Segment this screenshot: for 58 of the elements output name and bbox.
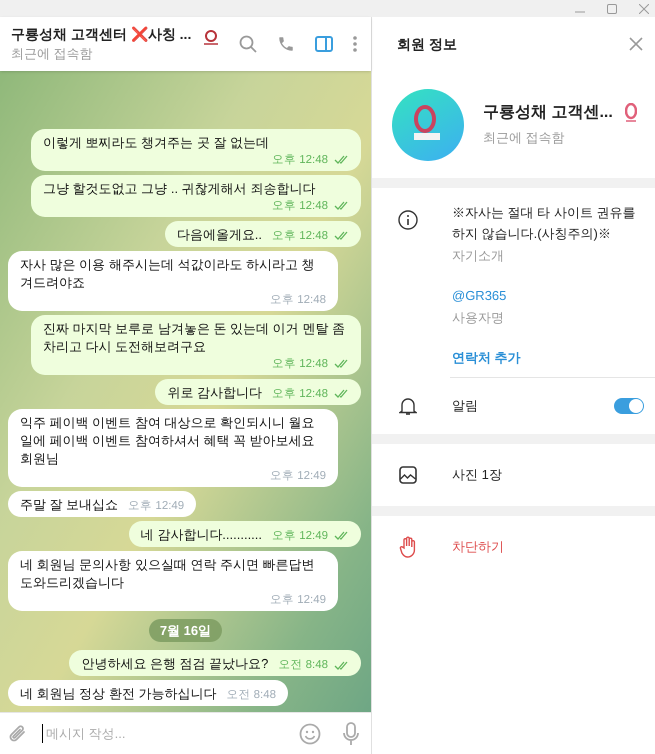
chat-title[interactable]: 구룡성채 고객센터 ❌사칭 ... bbox=[11, 25, 192, 43]
message-text: 위로 감사합니다 bbox=[167, 384, 262, 402]
message-time: 오전 8:48 bbox=[226, 688, 276, 703]
hand-icon bbox=[399, 536, 417, 558]
sidebar-toggle-icon[interactable] bbox=[315, 36, 333, 52]
notifications-toggle[interactable] bbox=[614, 398, 644, 414]
message-text: 주말 잘 보내십쇼 bbox=[20, 496, 118, 514]
message-text: 익주 페이백 이벤트 참여 대상으로 확인되시니 월요일에 페이백 이벤트 참여하셔서 혜택 꼭 받아보세요 회원님 bbox=[20, 414, 316, 468]
message-time: 오후 12:48 bbox=[272, 152, 328, 168]
message-time: 오후 12:49 bbox=[270, 468, 326, 484]
logo-icon bbox=[624, 103, 637, 124]
message-input[interactable]: 메시지 작성... bbox=[42, 724, 299, 744]
maximize-icon[interactable] bbox=[607, 4, 617, 14]
message-text: 네 회원님 문의사항 있으실때 연락 주시면 빠른답변 도와드리겠습니다 bbox=[20, 556, 316, 592]
message-text: 안녕하세요 은행 점검 끝났나요? bbox=[81, 655, 268, 673]
message-time: 오후 12:48 bbox=[270, 292, 326, 308]
photos-label: 사진 1장 bbox=[452, 466, 502, 484]
username-link[interactable]: @GR365 bbox=[452, 286, 643, 305]
paperclip-icon[interactable] bbox=[8, 722, 28, 744]
message-time: 오후 12:48 bbox=[272, 386, 328, 402]
message-text: 다음에올게요.. bbox=[176, 226, 262, 244]
close-icon[interactable] bbox=[629, 37, 643, 51]
add-contact-button[interactable]: 연락처 추가 bbox=[452, 348, 643, 367]
message-time: 오후 12:48 bbox=[272, 356, 328, 372]
bio-label: 자기소개 bbox=[452, 247, 505, 265]
username-label: 사용자명 bbox=[452, 309, 505, 327]
logo-icon bbox=[202, 30, 220, 46]
message-time: 오후 12:49 bbox=[128, 498, 184, 514]
panel-title: 회원 정보 bbox=[397, 34, 457, 54]
message-text: 네 회원님 정상 환전 가능하십니다 bbox=[20, 685, 216, 703]
profile-status: 최근에 접속함 bbox=[483, 129, 566, 148]
bio-text: ※자사는 절대 타 사이트 권유를 하지 않습니다.(사칭주의)※ bbox=[452, 204, 636, 243]
message-text: 자사 많은 이용 해주시는데 석값이라도 하시라고 챙겨드려야죠 bbox=[20, 256, 316, 292]
photos-row[interactable]: 사진 1장 bbox=[372, 444, 655, 506]
message-text: 이렇게 뽀찌라도 챙겨주는 곳 잘 없는데 bbox=[43, 134, 270, 152]
message-time: 오전 8:48 bbox=[278, 658, 328, 673]
emoji-icon[interactable] bbox=[299, 722, 321, 744]
more-icon[interactable] bbox=[353, 36, 357, 52]
notifications-label: 알림 bbox=[452, 397, 479, 416]
message-time: 오후 12:49 bbox=[272, 528, 328, 544]
avatar bbox=[392, 88, 464, 160]
chat-status: 최근에 접속함 bbox=[11, 45, 94, 63]
message-text: 네 감사합니다........... bbox=[140, 526, 262, 544]
image-icon bbox=[399, 466, 417, 484]
search-icon[interactable] bbox=[239, 35, 257, 53]
message-text: 그냥 할것도없고 그냥 .. 귀찮게해서 죄송합니다 bbox=[43, 180, 316, 198]
message-time: 오후 12:48 bbox=[272, 198, 328, 214]
phone-icon[interactable] bbox=[277, 35, 295, 53]
bell-icon bbox=[399, 396, 417, 416]
message-time: 오후 12:48 bbox=[272, 228, 328, 244]
date-badge: 7월 16일 bbox=[148, 618, 222, 642]
block-user-button[interactable]: 차단하기 bbox=[452, 537, 504, 557]
microphone-icon[interactable] bbox=[343, 722, 359, 746]
close-icon[interactable] bbox=[639, 4, 649, 14]
info-icon bbox=[398, 210, 418, 230]
message-text: 진짜 마지막 보루로 남겨놓은 돈 있는데 이거 멘탈 좀 차리고 다시 도전해보려구요 bbox=[43, 320, 346, 356]
profile-name: 구룡성채 고객센... bbox=[483, 103, 613, 124]
message-time: 오후 12:49 bbox=[270, 592, 326, 608]
